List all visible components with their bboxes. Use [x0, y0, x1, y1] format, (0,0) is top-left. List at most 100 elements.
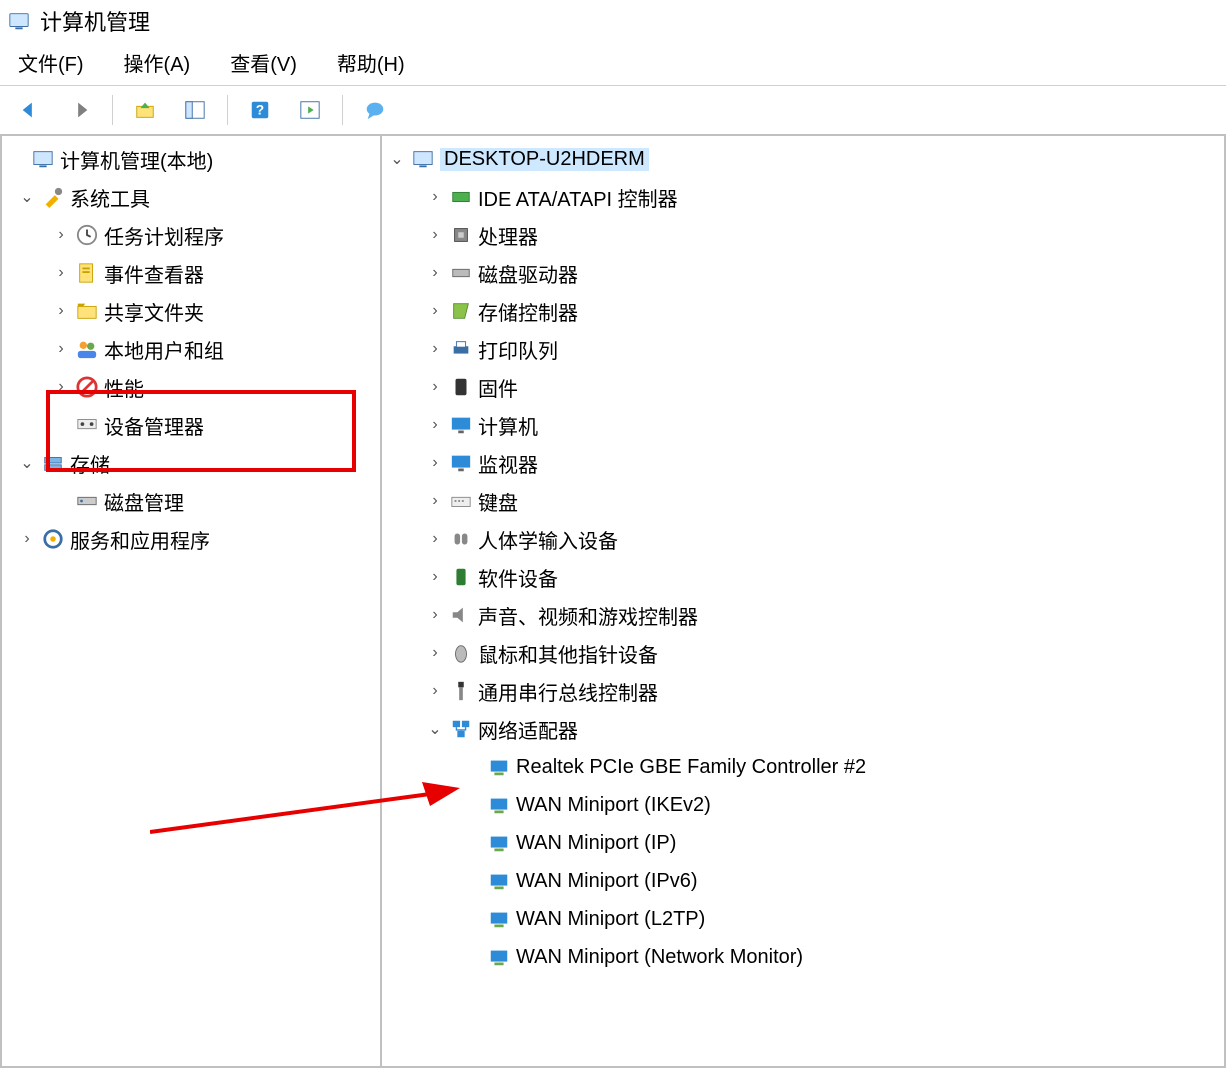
left-tree-pane[interactable]: › 计算机管理(本地) ⌄ 系统工具 › 任务计划程序 › 事件查看器 ›: [0, 136, 382, 1068]
net-wan-monitor[interactable]: WAN Miniport (Network Monitor): [382, 938, 1224, 976]
users-icon: [76, 338, 98, 360]
net-wan-ip[interactable]: WAN Miniport (IP): [382, 824, 1224, 862]
performance-icon: [76, 376, 98, 398]
tree-label: 服务和应用程序: [70, 525, 210, 554]
device-root[interactable]: ⌄ DESKTOP-U2HDERM: [382, 140, 1224, 178]
cat-print[interactable]: › 打印队列: [382, 330, 1224, 368]
tree-device-manager[interactable]: › 设备管理器: [2, 406, 380, 444]
cat-keyboard[interactable]: › 键盘: [382, 482, 1224, 520]
help-button[interactable]: ?: [238, 92, 282, 128]
chevron-down-icon[interactable]: ⌄: [426, 719, 444, 739]
mouse-icon: [450, 642, 472, 664]
chevron-down-icon[interactable]: ⌄: [18, 187, 36, 207]
tools-icon: [42, 186, 64, 208]
chevron-right-icon[interactable]: ›: [18, 530, 36, 548]
cat-monitor[interactable]: › 监视器: [382, 444, 1224, 482]
cat-label: 鼠标和其他指针设备: [478, 639, 658, 668]
nic-icon: [488, 756, 510, 778]
tree-task-scheduler[interactable]: › 任务计划程序: [2, 216, 380, 254]
net-wan-ipv6[interactable]: WAN Miniport (IPv6): [382, 862, 1224, 900]
tree-performance[interactable]: › 性能: [2, 368, 380, 406]
cat-cpu[interactable]: › 处理器: [382, 216, 1224, 254]
cat-storage-ctrl[interactable]: › 存储控制器: [382, 292, 1224, 330]
menu-view[interactable]: 查看(V): [230, 48, 297, 77]
chevron-right-icon[interactable]: ›: [426, 644, 444, 662]
chevron-right-icon[interactable]: ›: [52, 378, 70, 396]
chevron-right-icon[interactable]: ›: [426, 492, 444, 510]
cat-disk[interactable]: › 磁盘驱动器: [382, 254, 1224, 292]
forward-button[interactable]: [58, 92, 102, 128]
chevron-right-icon[interactable]: ›: [426, 530, 444, 548]
chevron-right-icon[interactable]: ›: [426, 302, 444, 320]
tree-root[interactable]: › 计算机管理(本地): [2, 140, 380, 178]
device-manager-icon: [76, 414, 98, 436]
cat-label: 处理器: [478, 221, 538, 250]
chevron-right-icon[interactable]: ›: [426, 378, 444, 396]
chevron-right-icon[interactable]: ›: [52, 226, 70, 244]
speech-button[interactable]: [353, 92, 397, 128]
chevron-right-icon[interactable]: ›: [426, 226, 444, 244]
cat-usb[interactable]: › 通用串行总线控制器: [382, 672, 1224, 710]
cat-label: 软件设备: [478, 563, 558, 592]
network-icon: [450, 718, 472, 740]
refresh-button[interactable]: [288, 92, 332, 128]
net-wan-l2tp[interactable]: WAN Miniport (L2TP): [382, 900, 1224, 938]
toolbar-separator: [112, 95, 113, 125]
computer-mgmt-icon: [32, 148, 54, 170]
toggle-panel-button[interactable]: [173, 92, 217, 128]
tree-root-label: 计算机管理(本地): [60, 145, 213, 174]
net-wan-ikev2[interactable]: WAN Miniport (IKEv2): [382, 786, 1224, 824]
cat-firmware[interactable]: › 固件: [382, 368, 1224, 406]
menu-file[interactable]: 文件(F): [18, 48, 84, 77]
tree-label: 设备管理器: [104, 411, 204, 440]
chevron-right-icon[interactable]: ›: [426, 416, 444, 434]
disk-icon: [450, 262, 472, 284]
cat-label: 磁盘驱动器: [478, 259, 578, 288]
chevron-right-icon[interactable]: ›: [426, 188, 444, 206]
cat-mouse[interactable]: › 鼠标和其他指针设备: [382, 634, 1224, 672]
display-icon: [450, 452, 472, 474]
cat-sound[interactable]: › 声音、视频和游戏控制器: [382, 596, 1224, 634]
net-label: WAN Miniport (IP): [516, 832, 676, 855]
chevron-right-icon[interactable]: ›: [52, 302, 70, 320]
cat-ide[interactable]: › IDE ATA/ATAPI 控制器: [382, 178, 1224, 216]
net-realtek[interactable]: Realtek PCIe GBE Family Controller #2: [382, 748, 1224, 786]
nic-icon: [488, 870, 510, 892]
tree-event-viewer[interactable]: › 事件查看器: [2, 254, 380, 292]
cat-netadapter[interactable]: ⌄ 网络适配器: [382, 710, 1224, 748]
chevron-right-icon[interactable]: ›: [426, 264, 444, 282]
back-button[interactable]: [8, 92, 52, 128]
tree-label: 本地用户和组: [104, 335, 224, 364]
toolbar-separator: [227, 95, 228, 125]
services-icon: [42, 528, 64, 550]
cat-label: IDE ATA/ATAPI 控制器: [478, 183, 678, 212]
up-button[interactable]: [123, 92, 167, 128]
cat-computers[interactable]: › 计算机: [382, 406, 1224, 444]
tree-disk-mgmt[interactable]: › 磁盘管理: [2, 482, 380, 520]
tree-local-users[interactable]: › 本地用户和组: [2, 330, 380, 368]
tree-storage[interactable]: ⌄ 存储: [2, 444, 380, 482]
clock-icon: [76, 224, 98, 246]
right-tree-pane[interactable]: ⌄ DESKTOP-U2HDERM › IDE ATA/ATAPI 控制器 › …: [382, 136, 1226, 1068]
chevron-right-icon[interactable]: ›: [426, 568, 444, 586]
chevron-right-icon[interactable]: ›: [426, 606, 444, 624]
chevron-right-icon[interactable]: ›: [52, 264, 70, 282]
chevron-right-icon[interactable]: ›: [426, 340, 444, 358]
chevron-right-icon[interactable]: ›: [426, 454, 444, 472]
event-icon: [76, 262, 98, 284]
chevron-down-icon[interactable]: ⌄: [18, 453, 36, 473]
menu-help[interactable]: 帮助(H): [337, 48, 405, 77]
tree-system-tools[interactable]: ⌄ 系统工具: [2, 178, 380, 216]
menu-action[interactable]: 操作(A): [124, 48, 191, 77]
tree-shared-folders[interactable]: › 共享文件夹: [2, 292, 380, 330]
nic-icon: [488, 946, 510, 968]
tree-services-apps[interactable]: › 服务和应用程序: [2, 520, 380, 558]
cat-hid[interactable]: › 人体学输入设备: [382, 520, 1224, 558]
chevron-down-icon[interactable]: ⌄: [388, 149, 406, 169]
chevron-right-icon[interactable]: ›: [52, 340, 70, 358]
speaker-icon: [450, 604, 472, 626]
cat-softdev[interactable]: › 软件设备: [382, 558, 1224, 596]
net-label: Realtek PCIe GBE Family Controller #2: [516, 756, 866, 779]
chevron-right-icon[interactable]: ›: [426, 682, 444, 700]
firmware-icon: [450, 376, 472, 398]
